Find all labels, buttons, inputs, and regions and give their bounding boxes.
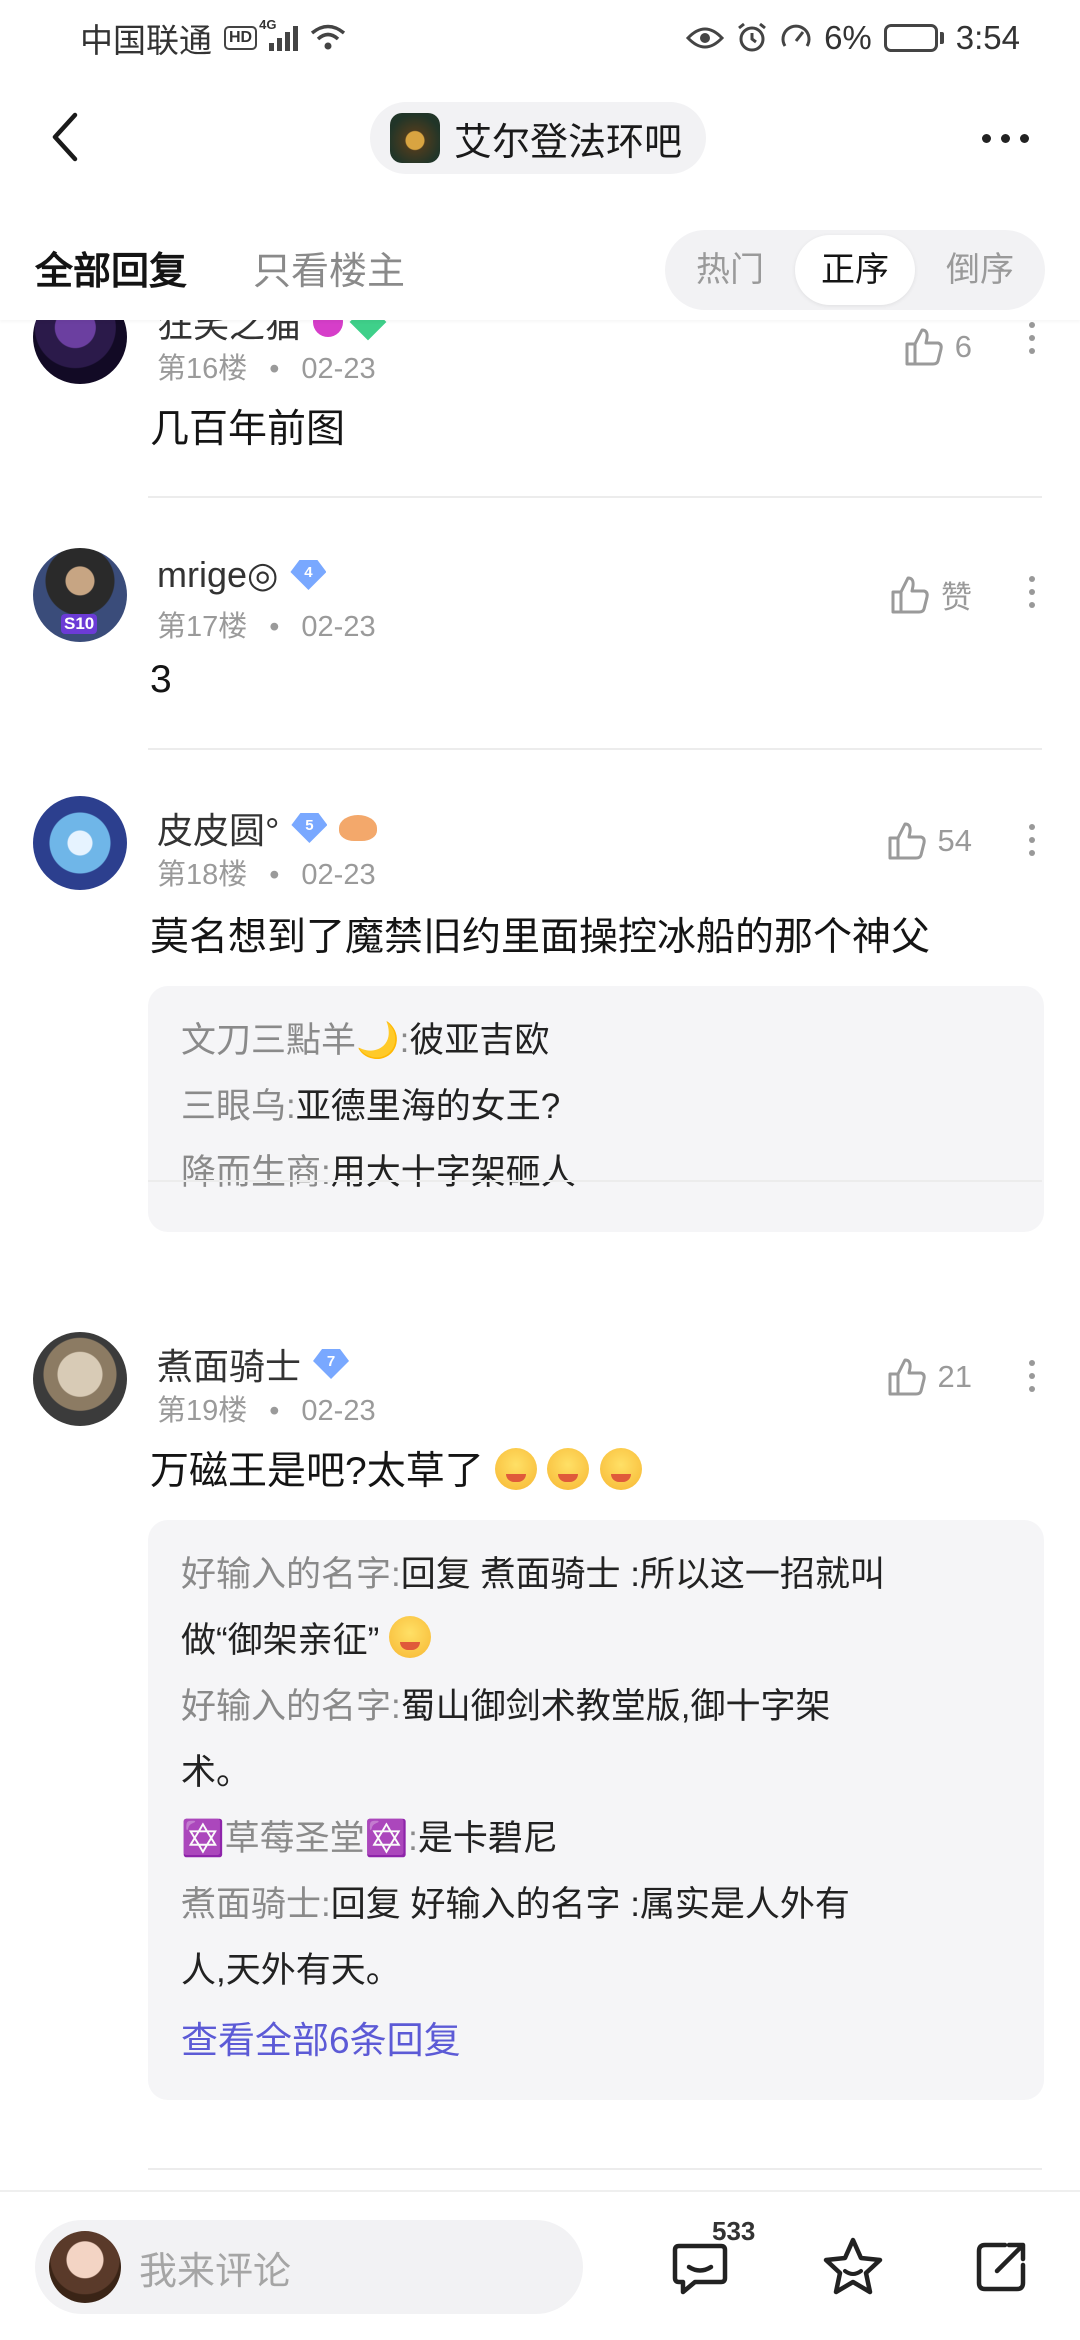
level-badge-icon: 5 — [291, 813, 328, 843]
divider — [148, 496, 1042, 498]
badge-icon — [313, 320, 344, 337]
divider — [148, 2168, 1042, 2170]
post-meta: 第16楼 • 02-23 — [157, 353, 376, 385]
tab-all-replies[interactable]: 全部回复 — [35, 240, 187, 295]
avatar[interactable] — [33, 1332, 127, 1426]
speed-gauge-icon — [781, 24, 811, 47]
divider — [148, 1180, 1042, 1182]
post-meta: 第19楼 • 02-23 — [157, 1395, 376, 1427]
sub-replies[interactable]: 好输入的名字:回复 煮面骑士 :所以这一招就叫 做“御架亲征” 好输入的名字:蜀… — [148, 1520, 1044, 2100]
divider — [148, 748, 1042, 750]
forum-logo — [390, 113, 440, 163]
sub-reply[interactable]: 煮面骑士:回复 好输入的名字 :属实是人外有 人,天外有天。 — [181, 1872, 1014, 2004]
post-text: 几百年前图 — [150, 408, 346, 451]
sub-reply[interactable]: 好输入的名字:回复 煮面骑士 :所以这一招就叫 做“御架亲征” — [181, 1542, 1014, 1674]
battery-icon — [883, 23, 944, 52]
diamond-badge-icon — [349, 320, 387, 341]
post-more-button[interactable] — [1022, 576, 1042, 608]
laughing-emoji-icon — [547, 1448, 590, 1490]
sub-reply[interactable]: ✡️草莓圣堂✡️:是卡碧尼 — [181, 1806, 1014, 1872]
lungs-badge-icon — [339, 815, 378, 841]
carrier-label: 中国联通 — [80, 21, 212, 59]
clock: 3:54 — [955, 18, 1020, 56]
wifi-icon — [311, 24, 346, 49]
sort-ascending[interactable]: 正序 — [795, 235, 915, 305]
username[interactable]: mrige◎ 4 — [157, 554, 327, 596]
post-text: 3 — [150, 658, 172, 701]
thumbs-up-icon — [891, 576, 929, 613]
sub-replies[interactable]: 文刀三點羊🌙:彼亚吉欧 三眼乌:亚德里海的女王? 降而生商:用大十字架砸人 — [148, 986, 1044, 1232]
top-nav: 艾尔登法环吧 — [0, 75, 1080, 200]
post-text: 莫名想到了魔禁旧约里面操控冰船的那个神父 — [150, 916, 931, 959]
post-meta: 第18楼 • 02-23 — [157, 859, 376, 891]
view-all-replies-link[interactable]: 查看全部6条回复 — [181, 2008, 1014, 2074]
sub-reply[interactable]: 好输入的名字:蜀山御剑术教堂版,御十字架 术。 — [181, 1674, 1014, 1806]
username[interactable]: 皮皮圆° 5 — [157, 802, 378, 854]
thumbs-up-icon — [905, 328, 943, 366]
sub-reply[interactable]: 三眼乌:亚德里海的女王? — [181, 1074, 1014, 1140]
like-button[interactable]: 54 — [886, 820, 972, 862]
post-more-button[interactable] — [1022, 824, 1042, 856]
avatar[interactable] — [33, 796, 127, 890]
comment-placeholder: 我来评论 — [139, 2250, 292, 2293]
thumbs-up-icon — [888, 822, 926, 860]
reply-list[interactable]: 狂笑之猫 第16楼 • 02-23 6 几百年前图 S10 mrige◎ 4 第17… — [0, 320, 1080, 2190]
sort-descending[interactable]: 倒序 — [920, 235, 1040, 305]
sort-hot[interactable]: 热门 — [670, 235, 790, 305]
avatar-frame-badge: S10 — [61, 614, 98, 634]
comment-input[interactable]: 我来评论 — [35, 2220, 583, 2314]
battery-percent: 6% — [824, 18, 872, 56]
level-badge-icon: 7 — [313, 1349, 350, 1379]
username[interactable]: 狂笑之猫 — [157, 320, 387, 348]
comment-count: 533 — [712, 2216, 756, 2246]
bottom-action-bar: 我来评论 533 — [0, 2190, 1080, 2340]
reply-filter-bar: 全部回复 只看楼主 热门 正序 倒序 — [0, 200, 1080, 320]
like-button[interactable]: 21 — [886, 1356, 972, 1398]
eye-icon — [686, 27, 725, 48]
favorite-button[interactable] — [818, 2232, 888, 2302]
back-button[interactable] — [40, 107, 90, 167]
like-button[interactable]: 赞 — [889, 572, 972, 617]
tab-owner-only[interactable]: 只看楼主 — [253, 240, 405, 295]
smile-emoji-icon — [389, 1616, 432, 1658]
avatar[interactable] — [33, 320, 127, 384]
hd-icon: HD — [224, 25, 258, 50]
chevron-left-icon — [52, 112, 78, 162]
sub-reply[interactable]: 降而生商:用大十字架砸人 — [181, 1140, 1014, 1206]
alarm-icon — [738, 22, 766, 51]
username[interactable]: 煮面骑士 7 — [157, 1338, 350, 1390]
network-type-label: 4G — [259, 16, 277, 32]
signal-icon: 4G — [259, 17, 299, 51]
share-icon — [976, 2242, 1026, 2292]
avatar[interactable]: S10 — [33, 548, 127, 642]
forum-name: 艾尔登法环吧 — [454, 121, 683, 164]
post-text: 万磁王是吧?太草了 — [150, 1440, 643, 1496]
post-more-button[interactable] — [1022, 322, 1042, 354]
my-avatar — [49, 2231, 121, 2303]
star-icon — [823, 2237, 883, 2295]
level-badge-icon: 4 — [290, 560, 327, 590]
forum-title-pill[interactable]: 艾尔登法环吧 — [370, 102, 707, 174]
laughing-emoji-icon — [600, 1448, 643, 1490]
laughing-emoji-icon — [494, 1448, 537, 1490]
post-more-button[interactable] — [1022, 1360, 1042, 1392]
sub-reply[interactable]: 文刀三點羊🌙:彼亚吉欧 — [181, 1008, 1014, 1074]
post-meta: 第17楼 • 02-23 — [157, 611, 376, 643]
more-options-button[interactable] — [970, 113, 1040, 163]
like-button[interactable]: 6 — [903, 326, 972, 368]
share-button[interactable] — [966, 2232, 1036, 2302]
status-bar: 中国联通 HD 4G 6% 3:54 — [0, 0, 1080, 75]
thumbs-up-icon — [888, 1358, 926, 1396]
sort-toggle: 热门 正序 倒序 — [665, 230, 1045, 310]
